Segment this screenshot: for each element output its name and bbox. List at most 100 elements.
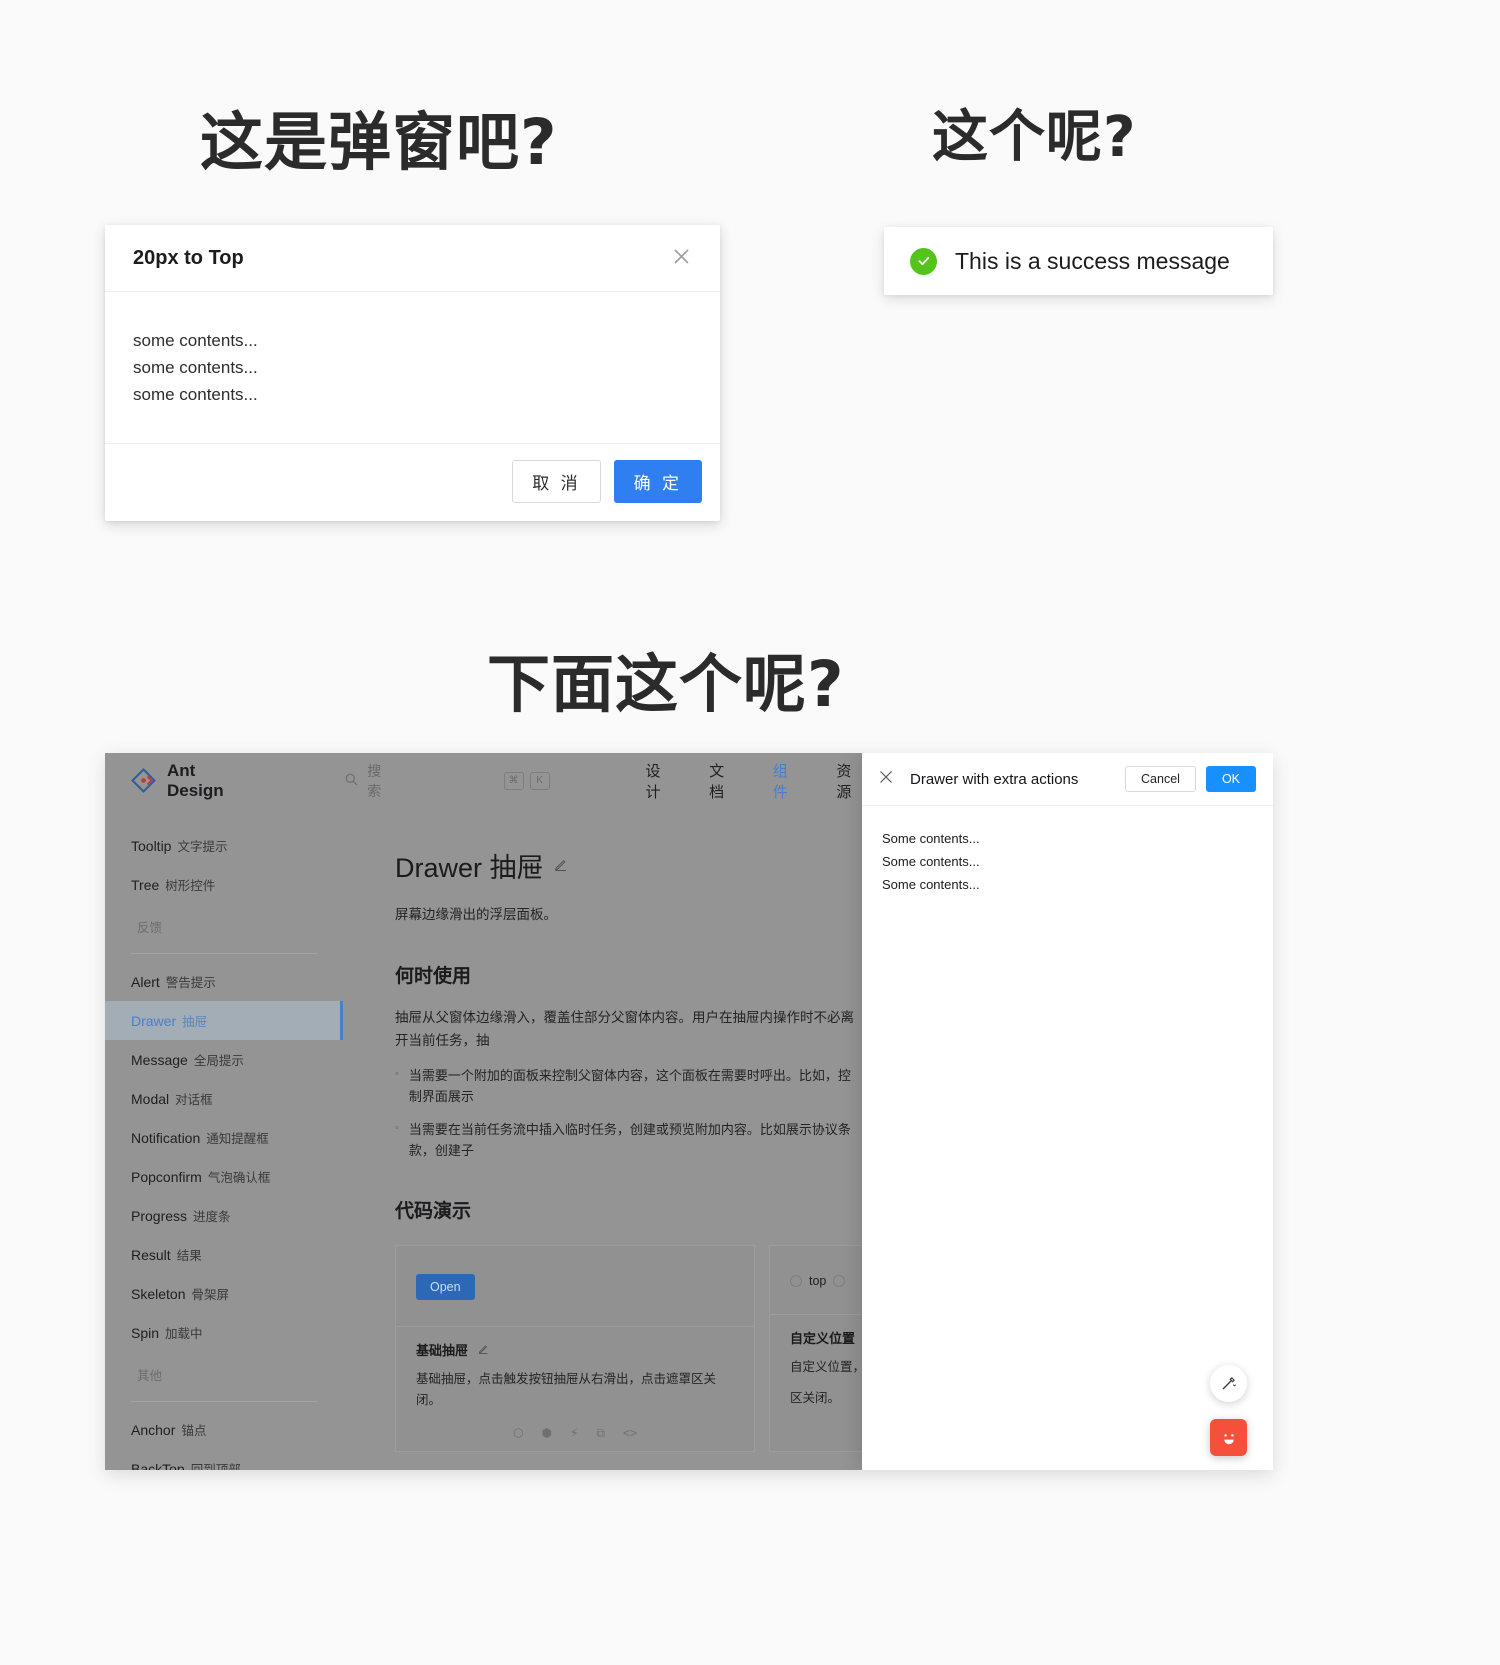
modal-dialog: 20px to Top some contents... some conten…: [105, 225, 720, 521]
nav-item-resources[interactable]: 资源: [836, 760, 862, 802]
demo-description-2: 区关闭。: [790, 1390, 841, 1405]
success-message-card: This is a success message: [884, 227, 1273, 295]
demo-title: 基础抽屉: [416, 1340, 734, 1359]
radio-icon[interactable]: [790, 1275, 802, 1287]
sidebar-item-label-zh: 回到顶部: [190, 1463, 241, 1470]
sidebar-group-other: 其他: [105, 1352, 343, 1397]
screenshot-section-heading: 下面这个呢?: [487, 648, 845, 721]
codepen-icon[interactable]: ⬢: [541, 1426, 551, 1441]
close-icon[interactable]: [671, 246, 692, 271]
sidebar-item-label: Tree: [131, 876, 160, 893]
search-shortcut-hint: ⌘ K: [503, 771, 550, 790]
dimmed-page-backdrop[interactable]: Ant Design 搜索 ⌘ K 设计 文档 组件 资源 Tooltip 文字…: [105, 753, 862, 1470]
sidebar-divider: [131, 1401, 317, 1402]
antd-header: Ant Design 搜索 ⌘ K 设计 文档 组件 资源: [105, 753, 862, 808]
sidebar-item-label-zh: 文字提示: [177, 840, 228, 854]
search-icon: [345, 773, 358, 789]
sidebar-item-label-zh: 锚点: [181, 1424, 207, 1438]
modal-body-line: some contents...: [133, 357, 258, 377]
modal-header: 20px to Top: [105, 225, 720, 292]
when-paragraph: 抽屉从父窗体边缘滑入，覆盖住部分父窗体内容。用户在抽屉内操作时不必离开当前任务，…: [395, 1009, 854, 1048]
drawer-content-line: Some contents...: [882, 853, 980, 869]
sidebar-item-message[interactable]: Message 全局提示: [105, 1040, 343, 1079]
list-item-text: 当需要一个附加的面板来控制父窗体内容，这个面板在需要时呼出。比如，控制界面展示: [408, 1067, 851, 1104]
sidebar-item-notification[interactable]: Notification 通知提醒框: [105, 1118, 343, 1157]
sidebar-item-popconfirm[interactable]: Popconfirm 气泡确认框: [105, 1157, 343, 1196]
sidebar-item-label: Progress: [131, 1207, 188, 1224]
drawer-ok-button[interactable]: OK: [1205, 766, 1256, 792]
search-input[interactable]: 搜索: [345, 761, 391, 801]
demo-meta: 基础抽屉 基础抽屉，点击触发按钮抽屉从右滑出，点击遮罩区关闭。 ⬡ ⬢ ⚡ ⧉: [396, 1326, 754, 1451]
sidebar-item-label-zh: 加载中: [165, 1327, 203, 1341]
sidebar-item-progress[interactable]: Progress 进度条: [105, 1196, 343, 1235]
message-section-heading: 这个呢?: [932, 105, 1137, 170]
bullet-icon: ◦: [395, 1067, 399, 1080]
nav-item-components[interactable]: 组件: [773, 760, 799, 802]
sidebar-item-label: Spin: [131, 1324, 160, 1341]
drawer-title: Drawer with extra actions: [910, 770, 1079, 788]
sidebar-item-drawer[interactable]: Drawer 抽屉: [105, 1001, 343, 1040]
cancel-button[interactable]: 取 消: [512, 459, 601, 503]
nav-item-docs[interactable]: 文档: [709, 760, 735, 802]
sidebar-item-label: Alert: [131, 973, 160, 990]
kbd-k: K: [529, 771, 550, 790]
nav-item-design[interactable]: 设计: [646, 760, 672, 802]
sidebar-item-label-zh: 对话框: [175, 1093, 213, 1107]
page-root: 这是弹窗吧? 20px to Top some contents... some…: [0, 0, 1500, 1665]
demo-title-text: 自定义位置: [790, 1331, 856, 1346]
modal-body: some contents... some contents... some c…: [105, 292, 720, 443]
code-icon[interactable]: <>: [623, 1426, 637, 1441]
success-message-text: This is a success message: [955, 247, 1230, 274]
antd-logo[interactable]: Ant Design: [131, 761, 247, 801]
sidebar-item-label-zh: 气泡确认框: [207, 1171, 271, 1185]
edit-pencil-icon[interactable]: [554, 857, 568, 875]
sidebar-item-label: Anchor: [131, 1421, 176, 1438]
sidebar-item-tooltip[interactable]: Tooltip 文字提示: [105, 826, 343, 865]
demo-grid: Open 基础抽屉 基础抽屉，点击触发按钮抽屉从右滑出，点击遮罩区关闭。 ⬡ ⬢…: [395, 1245, 862, 1453]
check-circle-icon: [910, 247, 937, 275]
smiley-face-icon[interactable]: [1210, 1419, 1247, 1456]
sidebar-item-modal[interactable]: Modal 对话框: [105, 1079, 343, 1118]
list-item-text: 当需要在当前任务流中插入临时任务，创建或预览附加内容。比如展示协议条款，创建子: [408, 1122, 851, 1159]
sidebar-item-label-zh: 抽屉: [182, 1015, 208, 1029]
sidebar-item-alert[interactable]: Alert 警告提示: [105, 962, 343, 1001]
sidebar-item-label: Drawer: [131, 1012, 177, 1029]
modal-footer: 取 消 确 定: [105, 442, 720, 521]
magic-wand-icon[interactable]: [1210, 1365, 1247, 1402]
drawer-cancel-button[interactable]: Cancel: [1125, 766, 1196, 792]
open-button[interactable]: Open: [416, 1274, 475, 1300]
antd-main-content: Drawer 抽屉 屏幕边缘滑出的浮层面板。 何时使用 抽屉从父窗体边缘滑入，覆…: [343, 808, 862, 1470]
sidebar-item-label: Result: [131, 1246, 171, 1263]
sidebar-group-feedback: 反馈: [105, 904, 343, 949]
sidebar-item-anchor[interactable]: Anchor 锚点: [105, 1410, 343, 1449]
search-placeholder: 搜索: [367, 762, 382, 799]
antd-screenshot: Ant Design 搜索 ⌘ K 设计 文档 组件 资源 Tooltip 文字…: [105, 753, 1273, 1470]
drawer-header: Drawer with extra actions Cancel OK: [862, 753, 1273, 806]
antd-sidebar: Tooltip 文字提示 Tree 树形控件 反馈 Alert 警告提示 Dra…: [105, 808, 343, 1470]
codesandbox-icon[interactable]: ⬡: [513, 1426, 523, 1441]
sidebar-item-result[interactable]: Result 结果: [105, 1235, 343, 1274]
radio-icon[interactable]: [833, 1275, 846, 1287]
sidebar-item-skeleton[interactable]: Skeleton 骨架屏: [105, 1274, 343, 1313]
placement-radio-group-preview[interactable]: top: [790, 1274, 862, 1288]
sidebar-item-spin[interactable]: Spin 加载中: [105, 1313, 343, 1352]
copy-icon[interactable]: ⧉: [596, 1426, 605, 1441]
drawer-actions: Cancel OK: [1125, 766, 1256, 792]
kbd-cmd: ⌘: [503, 771, 524, 790]
sidebar-item-backtop[interactable]: BackTop 回到顶部: [105, 1449, 343, 1471]
sidebar-item-tree[interactable]: Tree 树形控件: [105, 865, 343, 904]
ok-button[interactable]: 确 定: [613, 459, 702, 503]
sidebar-group-label: 其他: [137, 1369, 163, 1383]
sidebar-item-label: Skeleton: [131, 1285, 186, 1302]
close-icon[interactable]: [879, 770, 893, 788]
sidebar-item-label-zh: 结果: [176, 1249, 202, 1263]
antd-nav: 设计 文档 组件 资源: [646, 760, 862, 802]
sidebar-item-label: BackTop: [131, 1460, 185, 1471]
stackblitz-icon[interactable]: ⚡: [570, 1426, 578, 1441]
modal-body-line: some contents...: [133, 384, 258, 404]
page-title: Drawer 抽屉: [395, 846, 862, 885]
edit-pencil-icon[interactable]: [478, 1341, 489, 1358]
demo-card-placement: top 自定义位置 自定义位置， 区关闭。: [769, 1245, 862, 1453]
modal-title: 20px to Top: [133, 246, 244, 269]
page-title-text: Drawer 抽屉: [395, 853, 544, 883]
